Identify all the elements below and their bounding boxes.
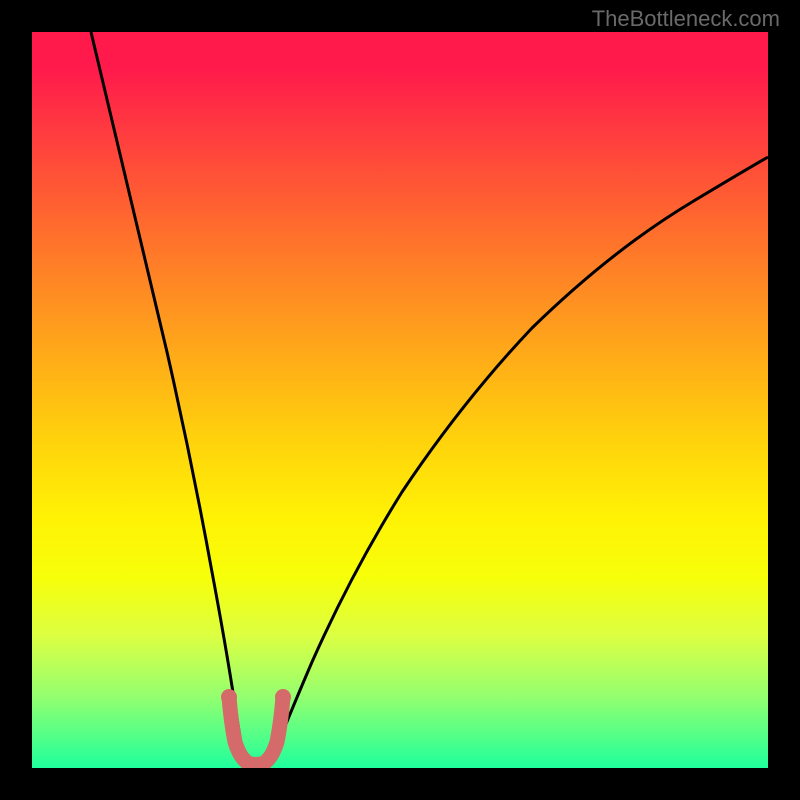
- chart-frame: [0, 0, 800, 800]
- valley-marker-curve: [229, 697, 283, 765]
- curve-left-branch: [91, 32, 245, 765]
- watermark-text: TheBottleneck.com: [592, 6, 780, 32]
- plot-area: [32, 32, 768, 768]
- valley-marker-dot-left: [221, 689, 237, 705]
- valley-marker-dot-right: [275, 689, 291, 705]
- curve-layer: [32, 32, 768, 768]
- curve-right-branch: [270, 157, 768, 765]
